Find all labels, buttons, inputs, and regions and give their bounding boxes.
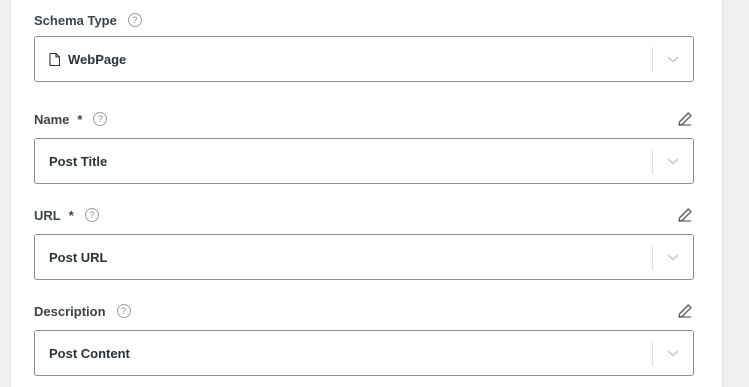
pencil-icon[interactable] <box>676 206 694 224</box>
select-separator <box>652 341 653 366</box>
select-separator <box>652 47 653 72</box>
pencil-icon[interactable] <box>676 302 694 320</box>
required-marker: * <box>77 111 83 127</box>
description-value: Post Content <box>49 345 130 361</box>
chevron-down-icon[interactable] <box>667 252 679 262</box>
name-field: Name * ? Post Title <box>34 108 694 184</box>
description-label-row: Description ? <box>34 300 694 322</box>
help-icon[interactable]: ? <box>93 112 108 126</box>
help-icon[interactable]: ? <box>127 13 142 27</box>
select-separator <box>652 149 653 174</box>
select-separator <box>652 245 653 270</box>
schema-type-value: WebPage <box>68 51 127 67</box>
url-label-row: URL * ? <box>34 204 694 226</box>
schema-type-label: Schema Type <box>34 12 117 28</box>
name-label: Name <box>34 111 70 127</box>
url-select[interactable]: Post URL <box>34 234 694 280</box>
name-select[interactable]: Post Title <box>34 138 694 184</box>
url-field: URL * ? Post URL <box>34 204 694 280</box>
schema-type-select[interactable]: WebPage <box>34 36 694 82</box>
schema-type-value-wrap: WebPage <box>35 52 126 67</box>
help-icon[interactable]: ? <box>116 304 131 318</box>
description-label: Description <box>34 303 106 319</box>
schema-type-label-row: Schema Type ? <box>34 9 694 31</box>
chevron-down-icon[interactable] <box>667 348 679 358</box>
name-value: Post Title <box>49 153 108 169</box>
url-label: URL <box>34 207 61 223</box>
schema-settings-panel: Schema Type ? WebPage Name * ? Post Titl… <box>10 0 723 387</box>
description-select[interactable]: Post Content <box>34 330 694 376</box>
pencil-icon[interactable] <box>676 110 694 128</box>
name-label-row: Name * ? <box>34 108 694 130</box>
description-field: Description ? Post Content <box>34 300 694 376</box>
url-value: Post URL <box>49 249 108 265</box>
schema-type-field: Schema Type ? WebPage <box>34 9 694 82</box>
chevron-down-icon[interactable] <box>667 54 679 64</box>
required-marker: * <box>68 207 74 223</box>
help-icon[interactable]: ? <box>84 208 99 222</box>
chevron-down-icon[interactable] <box>667 156 679 166</box>
document-icon <box>49 52 60 66</box>
